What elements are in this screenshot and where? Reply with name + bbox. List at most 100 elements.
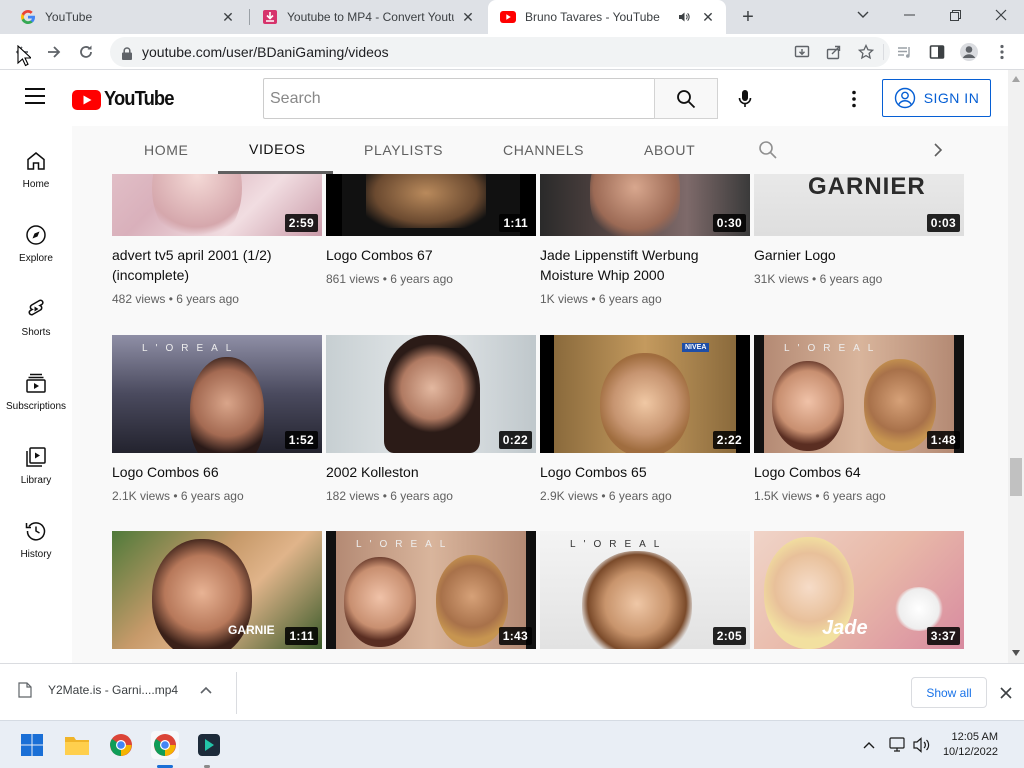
close-tab-icon[interactable]: ✕	[700, 9, 716, 25]
video-card[interactable]: 2:59 advert tv5 april 2001 (1/2) (incomp…	[112, 174, 322, 306]
video-thumbnail[interactable]: NIVEA 2:22	[540, 335, 750, 453]
close-tab-icon[interactable]: ✕	[460, 9, 476, 25]
windows-taskbar: 12:05 AM 10/12/2022	[0, 720, 1024, 768]
page-scrollbar[interactable]	[1008, 70, 1024, 663]
close-tab-icon[interactable]: ✕	[220, 9, 236, 25]
browser-menu-icon[interactable]	[989, 39, 1015, 65]
network-icon[interactable]	[886, 731, 910, 759]
tab-playlists[interactable]: PLAYLISTS	[364, 126, 443, 174]
settings-kebab-icon[interactable]	[842, 87, 866, 111]
video-editor-icon[interactable]	[195, 731, 223, 759]
video-card[interactable]: L'OREAL 1:48 Logo Combos 64 1.5K views •…	[754, 335, 964, 503]
video-thumbnail[interactable]: GARNIE 1:11	[112, 531, 322, 649]
voice-search-mic-icon[interactable]	[733, 87, 757, 111]
guide-item-explore[interactable]: Explore	[0, 223, 72, 283]
video-title[interactable]: Logo Combos 67	[326, 245, 536, 265]
lock-icon[interactable]	[122, 44, 132, 60]
guide-item-shorts[interactable]: Shorts	[0, 297, 72, 357]
video-title[interactable]: Logo Combos 66	[112, 462, 322, 482]
tab-bruno-tavares[interactable]: Bruno Tavares - YouTube ✕	[488, 0, 726, 34]
video-card[interactable]: L'OREAL 1:52 Logo Combos 66 2.1K views •…	[112, 335, 322, 503]
video-title[interactable]: Logo Combos 65	[540, 462, 750, 482]
scroll-down-icon[interactable]	[1012, 650, 1020, 656]
file-explorer-icon[interactable]	[63, 731, 91, 759]
video-thumbnail[interactable]: L'OREAL 1:52	[112, 335, 322, 453]
video-thumbnail[interactable]: 0:22	[326, 335, 536, 453]
sign-in-button[interactable]: SIGN IN	[882, 79, 991, 117]
guide-item-library[interactable]: Library	[0, 445, 72, 505]
video-title[interactable]: advert tv5 april 2001 (1/2) (incomplete)	[112, 245, 322, 285]
bookmark-star-icon[interactable]	[853, 39, 879, 65]
video-card[interactable]: L'OREAL 1:43	[326, 531, 536, 658]
install-app-icon[interactable]	[789, 39, 815, 65]
show-all-button[interactable]: Show all	[911, 677, 987, 708]
video-card[interactable]: L'OREAL 2:05	[540, 531, 750, 658]
guide-item-home[interactable]: Home	[0, 149, 72, 209]
video-title[interactable]: Jade Lippenstift Werbung Moisture Whip 2…	[540, 245, 750, 285]
video-thumbnail[interactable]: 2:59	[112, 174, 322, 236]
menu-hamburger-icon[interactable]	[24, 87, 48, 109]
video-thumbnail[interactable]: L'OREAL 2:05	[540, 531, 750, 649]
video-card[interactable]: 0:30 Jade Lippenstift Werbung Moisture W…	[540, 174, 750, 306]
chevron-up-icon[interactable]	[200, 686, 212, 694]
new-tab-icon[interactable]: +	[736, 6, 760, 28]
tab-videos[interactable]: VIDEOS	[218, 126, 333, 174]
tab-channels[interactable]: CHANNELS	[503, 126, 584, 174]
scroll-up-icon[interactable]	[1012, 76, 1020, 82]
video-card[interactable]: Jade 3:37	[754, 531, 964, 658]
close-window-icon[interactable]	[978, 0, 1024, 30]
search-icon	[677, 89, 696, 108]
video-thumbnail[interactable]: 1:11	[326, 174, 536, 236]
tab-youtube[interactable]: YouTube ✕	[8, 0, 246, 34]
thumb-figure	[190, 357, 264, 453]
reload-icon[interactable]	[73, 39, 99, 65]
video-thumbnail[interactable]: 0:30	[540, 174, 750, 236]
tab-about[interactable]: ABOUT	[644, 126, 695, 174]
forward-icon[interactable]	[41, 39, 67, 65]
media-queue-icon[interactable]	[892, 39, 918, 65]
close-download-bar-icon[interactable]	[996, 683, 1016, 703]
channel-search-icon[interactable]	[758, 126, 778, 174]
speaker-icon[interactable]	[676, 9, 692, 25]
search-input[interactable]: Search	[263, 78, 655, 119]
chrome-active-icon[interactable]	[151, 731, 179, 759]
guide-item-history[interactable]: History	[0, 519, 72, 579]
video-thumbnail[interactable]: Jade 3:37	[754, 531, 964, 649]
share-icon[interactable]	[821, 39, 847, 65]
search-button[interactable]	[654, 78, 718, 119]
video-card[interactable]: 1:11 Logo Combos 67 861 views • 6 years …	[326, 174, 536, 286]
video-card[interactable]: NIVEA 2:22 Logo Combos 65 2.9K views • 6…	[540, 335, 750, 503]
volume-icon[interactable]	[910, 731, 934, 759]
video-card[interactable]: GARNIE 1:11	[112, 531, 322, 658]
chrome-icon[interactable]	[107, 731, 135, 759]
guide-item-subscriptions[interactable]: Subscriptions	[0, 371, 72, 431]
tab-search-chevron-icon[interactable]	[840, 0, 886, 30]
chevron-right-icon[interactable]	[932, 126, 944, 174]
profile-avatar-icon[interactable]	[956, 39, 982, 65]
garnier-logo-text: GARNIE	[228, 623, 275, 637]
video-thumbnail[interactable]: L'OREAL 1:48	[754, 335, 964, 453]
video-card[interactable]: 0:22 2002 Kolleston 182 views • 6 years …	[326, 335, 536, 503]
system-clock[interactable]: 12:05 AM 10/12/2022	[938, 730, 998, 760]
download-favicon-icon	[262, 9, 278, 25]
address-bar[interactable]: youtube.com/user/BDaniGaming/videos	[110, 37, 890, 67]
video-title[interactable]: 2002 Kolleston	[326, 462, 536, 482]
restore-icon[interactable]	[932, 0, 978, 30]
tab-y2mate[interactable]: Youtube to MP4 - Convert Youtub ✕	[250, 0, 486, 34]
video-title[interactable]: Logo Combos 64	[754, 462, 964, 482]
side-panel-icon[interactable]	[924, 39, 950, 65]
tab-home[interactable]: HOME	[144, 126, 188, 174]
tray-chevron-up-icon[interactable]	[858, 731, 880, 759]
video-title[interactable]: Garnier Logo	[754, 245, 964, 265]
video-thumbnail[interactable]: L'OREAL 1:43	[326, 531, 536, 649]
video-thumbnail[interactable]: GARNIER 0:03	[754, 174, 964, 236]
windows-start-icon[interactable]	[18, 731, 46, 759]
video-meta: 31K views • 6 years ago	[754, 272, 883, 286]
duration-badge: 2:59	[284, 214, 318, 232]
youtube-logo[interactable]: YouTube	[72, 88, 180, 111]
upload-age: 6 years ago	[608, 489, 672, 503]
scrollbar-thumb[interactable]	[1010, 458, 1022, 496]
download-item[interactable]: Y2Mate.is - Garni....mp4	[18, 682, 212, 698]
minimize-icon[interactable]	[886, 0, 932, 30]
video-card[interactable]: GARNIER 0:03 Garnier Logo 31K views • 6 …	[754, 174, 964, 286]
